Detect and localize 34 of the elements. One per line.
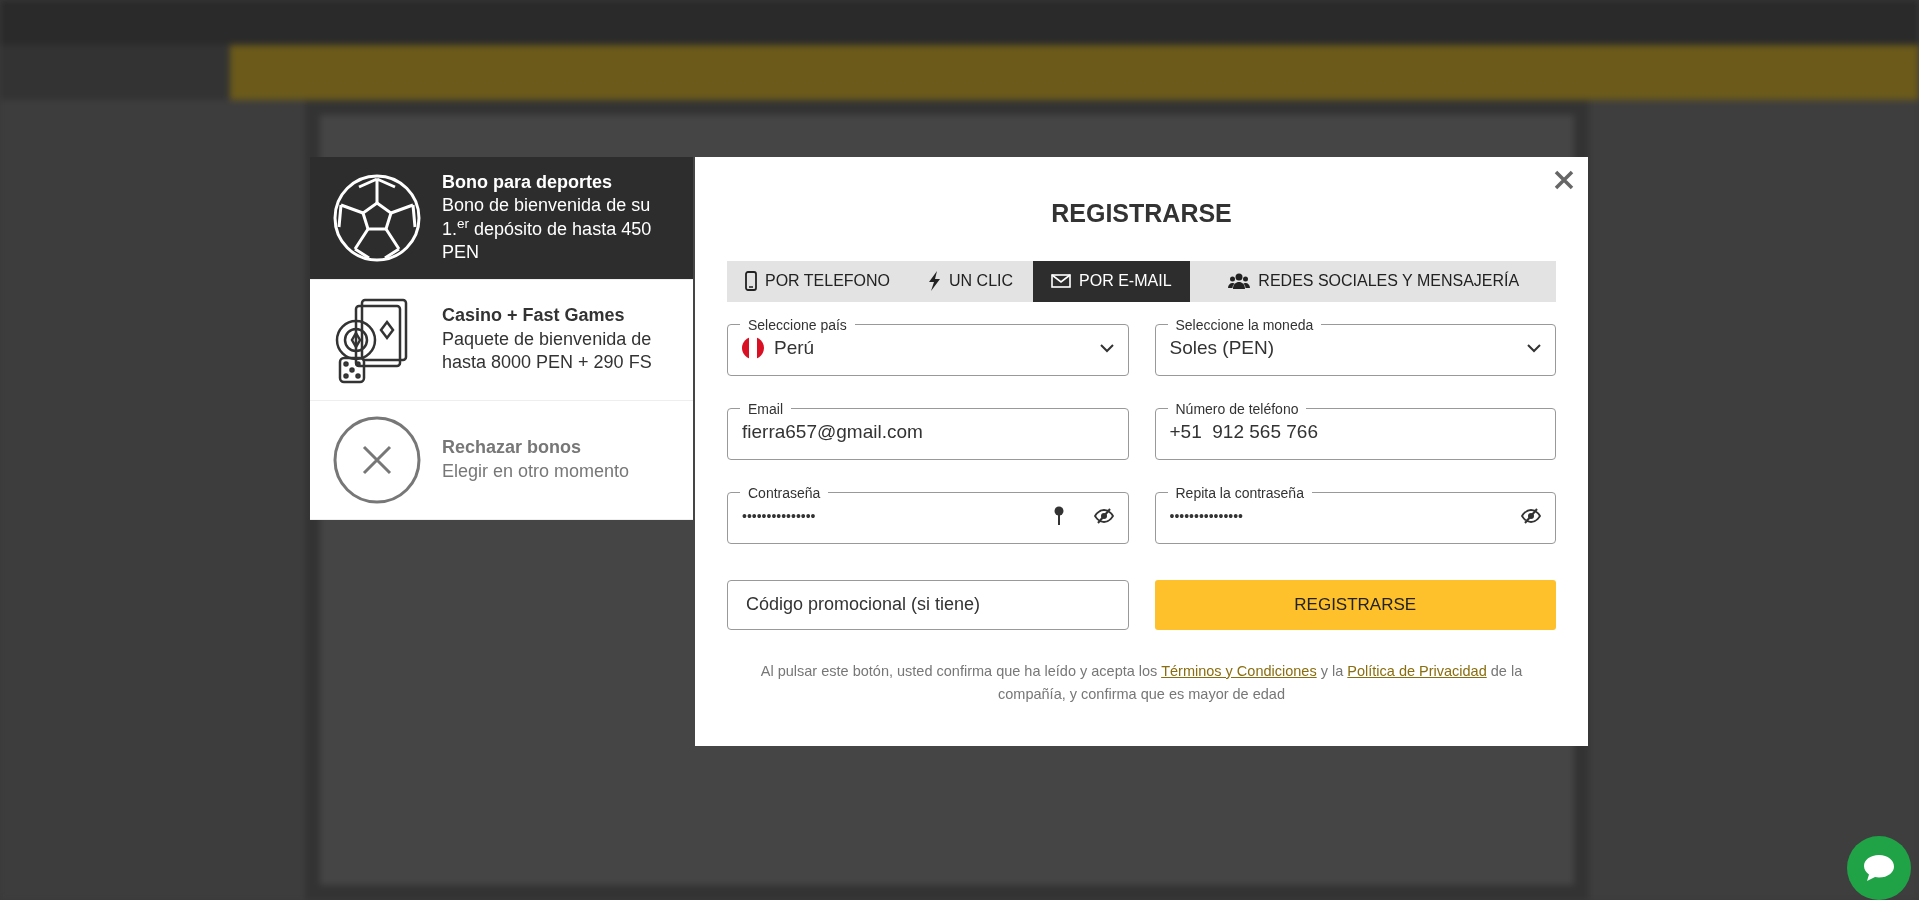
envelope-icon xyxy=(1051,274,1072,288)
dialog-title: REGISTRARSE xyxy=(1050,198,1233,229)
eye-slash-icon xyxy=(1521,508,1541,524)
flag-icon xyxy=(742,337,764,359)
bonus-option[interactable]: Bono para deportes Bono de bienvenida de su 1.$^{er}$ depósito de hasta 450 PEN xyxy=(310,157,693,280)
eye-slash-icon xyxy=(1093,508,1114,524)
bonus-description: Bono de bienvenida de su 1.$^{er}$ depósito de hasta 450 PEN xyxy=(442,194,653,265)
people-icon xyxy=(1228,273,1251,289)
soccer-ball-icon xyxy=(332,172,422,263)
phone-icon xyxy=(745,271,757,291)
terms-link[interactable]: Términos y Condiciones xyxy=(1161,662,1317,679)
bonus-description: Paquete de bienvenida de hasta 8000 PEN + 290 FS xyxy=(442,327,653,375)
bonus-option[interactable]: Casino + Fast Games Paquete de bienvenida de hasta 8000 PEN + 290 FS xyxy=(310,279,693,401)
bonus-title: Casino + Fast Games xyxy=(442,304,626,328)
dropdown-field[interactable]: Seleccione la moneda Soles (PEN) xyxy=(1154,317,1556,376)
cross-circle-icon xyxy=(332,414,422,505)
bonus-title: Bono para deportes xyxy=(442,171,614,194)
registration-tab[interactable]: POR E-MAIL xyxy=(1033,260,1190,302)
lightning-icon xyxy=(928,271,942,291)
password-field[interactable]: Repita la contraseña ••••••••••••••• xyxy=(1154,485,1556,544)
input-field[interactable]: Email fierra657@gmail.com xyxy=(727,401,1129,460)
consent-text: Al pulsar este botón, usted confirma que ha leído y acepta los Términos y Condiciones y la Política de Privacidad de la compañía, y confirma que es mayor de edad xyxy=(759,661,1524,704)
chevron-down-icon xyxy=(1527,343,1541,353)
bonus-title: Rechazar bonos xyxy=(442,436,583,460)
bonus-option[interactable]: Rechazar bonos Elegir en otro momento xyxy=(310,400,693,520)
chevron-down-icon xyxy=(1099,343,1114,353)
dropdown-field[interactable]: Seleccione país Perú xyxy=(727,317,1129,376)
terms-link[interactable]: Política de Privacidad xyxy=(1347,662,1487,679)
input-field[interactable]: Número de teléfono +51 912 565 766 xyxy=(1154,401,1556,460)
chat-bubble-icon xyxy=(1862,853,1896,883)
password-field[interactable]: Contraseña ••••••••••••••• xyxy=(727,485,1129,544)
bonus-description: Elegir en otro momento xyxy=(442,459,630,483)
register-button[interactable]: REGISTRARSE xyxy=(1154,579,1556,630)
promo-code-field[interactable]: Código promocional (si tiene) xyxy=(727,579,1129,630)
